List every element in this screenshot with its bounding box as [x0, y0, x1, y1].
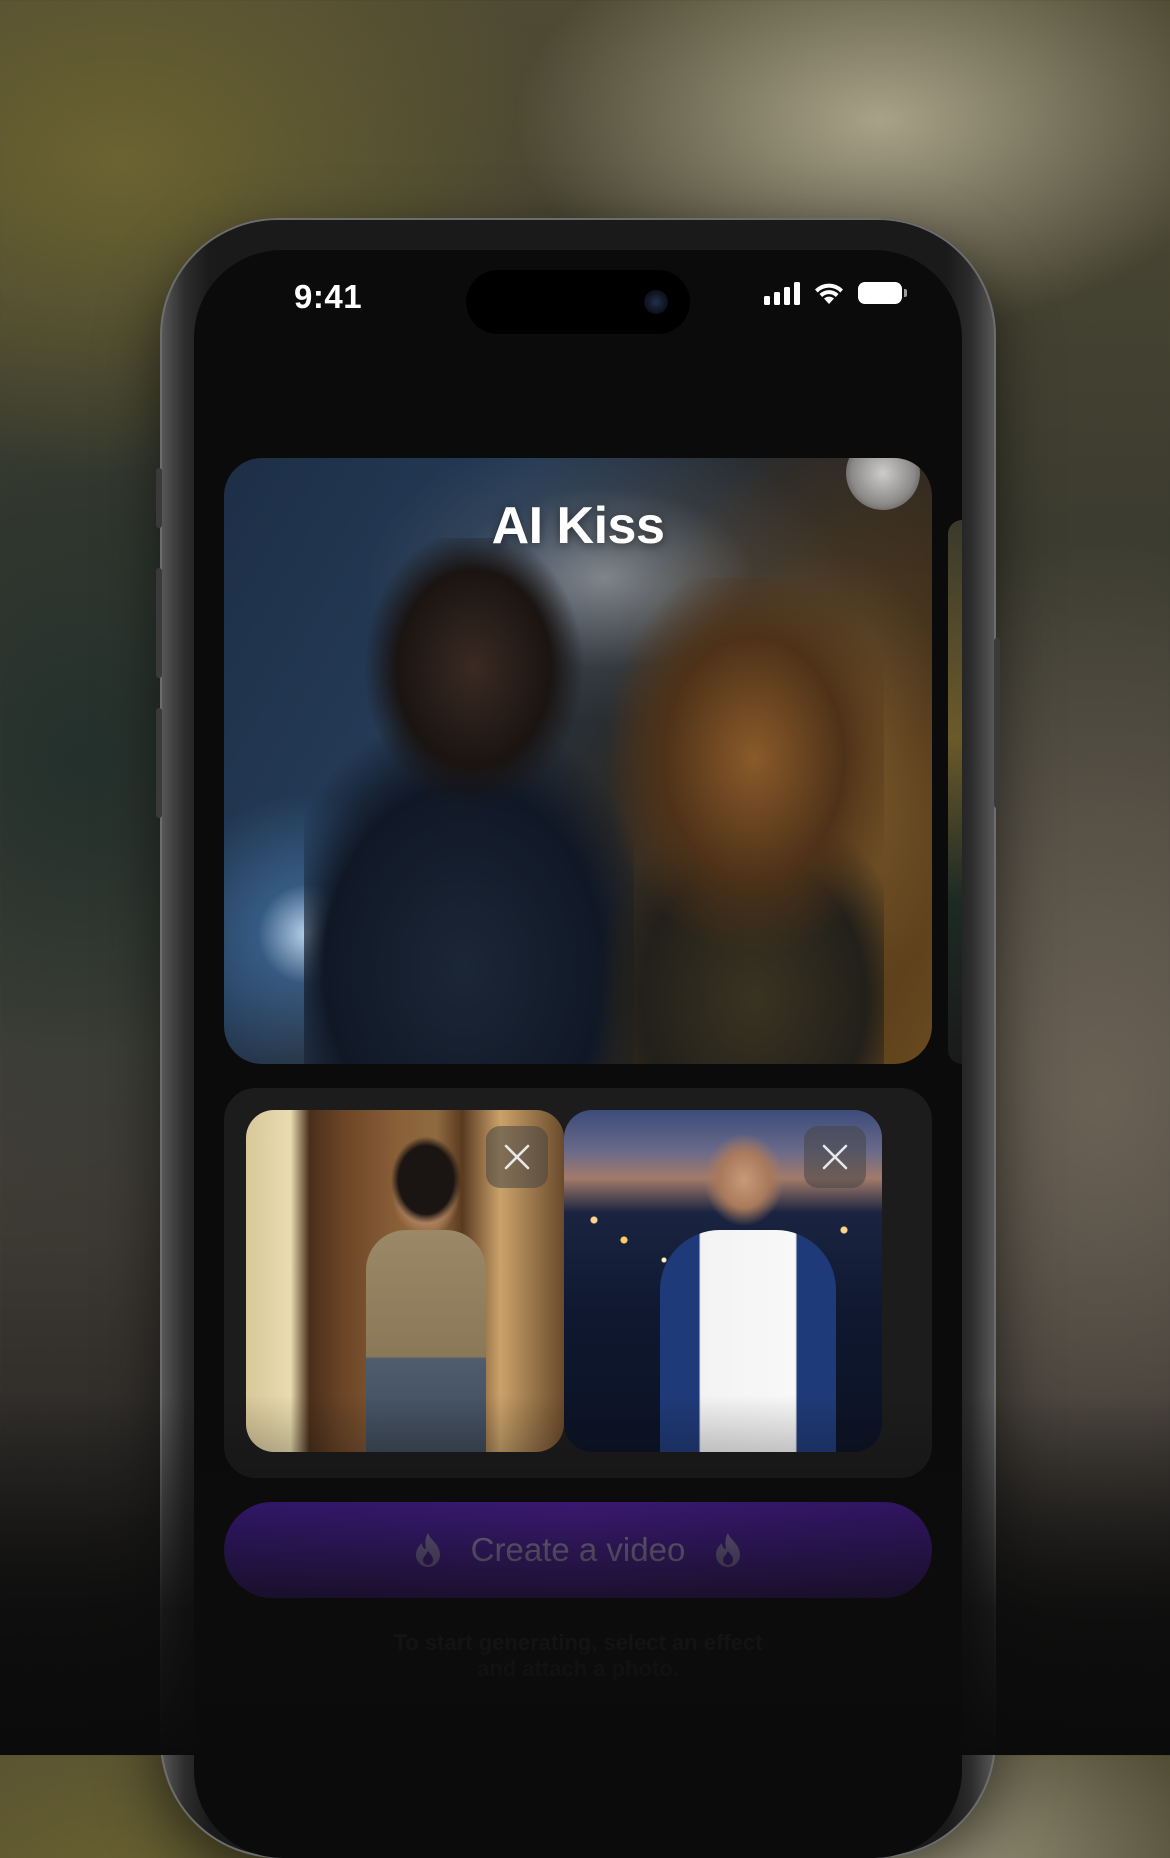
attached-photo-1[interactable]	[246, 1110, 564, 1452]
battery-icon	[858, 282, 907, 304]
flame-icon	[716, 1533, 741, 1567]
volume-up-button	[156, 568, 162, 678]
status-icons	[764, 280, 907, 306]
remove-photo-2-button[interactable]	[804, 1126, 866, 1188]
action-button	[156, 468, 162, 528]
hint-line-2: and attach a photo.	[477, 1656, 679, 1681]
close-icon	[504, 1144, 530, 1170]
create-video-button[interactable]: Create a video	[224, 1502, 932, 1598]
next-effect-card[interactable]	[948, 520, 962, 1064]
create-video-label: Create a video	[470, 1531, 686, 1568]
dynamic-island	[466, 270, 690, 334]
effect-preview-woman	[584, 578, 884, 1064]
photo-2-person	[660, 1230, 836, 1452]
generation-hint: To start generating, select an effect an…	[194, 1630, 962, 1682]
power-button	[994, 638, 1000, 808]
attached-photo-2[interactable]	[564, 1110, 882, 1452]
flame-icon	[415, 1533, 440, 1567]
status-time: 9:41	[294, 278, 363, 315]
photo-1-person	[366, 1230, 486, 1452]
attached-photos-panel	[224, 1088, 932, 1478]
effect-title: AI Kiss	[491, 497, 665, 555]
close-icon	[822, 1144, 848, 1170]
app-screen: 9:41 AI Kiss Create a video To start gen…	[194, 250, 962, 1858]
remove-photo-1-button[interactable]	[486, 1126, 548, 1188]
effect-card-ai-kiss[interactable]: AI Kiss	[224, 458, 932, 1064]
volume-down-button	[156, 708, 162, 818]
status-bar: 9:41	[194, 250, 962, 360]
phone-frame: 9:41 AI Kiss Create a video To start gen…	[156, 218, 1000, 1858]
cellular-signal-icon	[764, 281, 800, 305]
front-camera-icon	[644, 290, 668, 314]
wifi-icon	[815, 283, 843, 304]
hint-line-1: To start generating, select an effect	[393, 1630, 763, 1655]
